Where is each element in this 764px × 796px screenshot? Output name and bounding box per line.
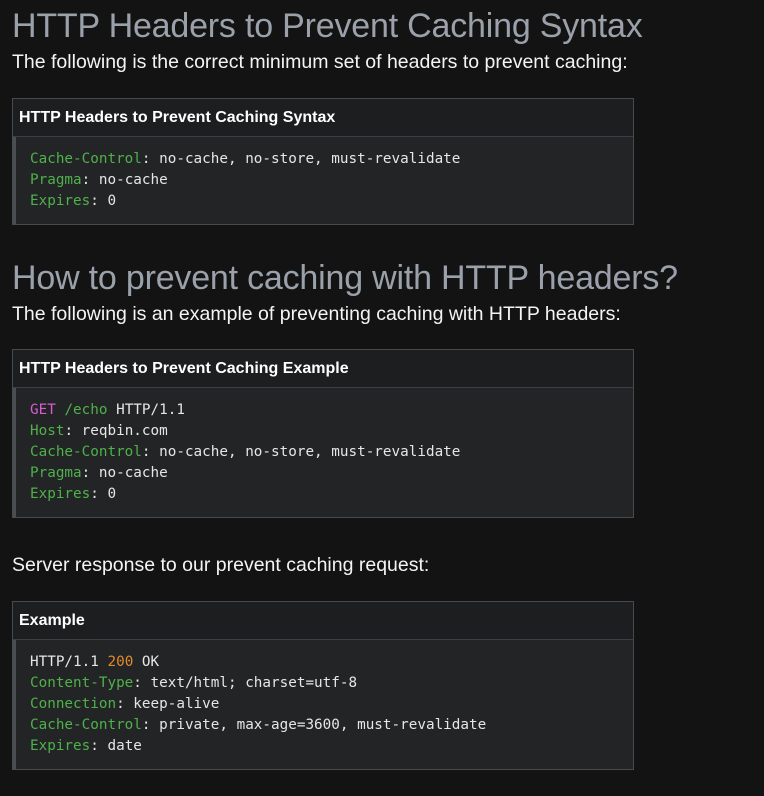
- code-line: Expires: date: [30, 738, 142, 754]
- code-line: Content-Type: text/html; charset=utf-8: [30, 675, 358, 691]
- code-box-title: HTTP Headers to Prevent Caching Example: [13, 350, 633, 388]
- code-box-title: Example: [13, 602, 633, 640]
- code-line: Host: reqbin.com: [30, 423, 168, 439]
- request-path: /echo: [64, 402, 108, 418]
- section-heading-example: How to prevent caching with HTTP headers…: [12, 259, 678, 297]
- code-line: Pragma: no-cache: [30, 465, 168, 481]
- header-key: Cache-Control: [30, 151, 142, 167]
- http-protocol: HTTP/1.1: [116, 402, 185, 418]
- header-value: 0: [107, 193, 117, 209]
- request-line: GET /echo HTTP/1.1: [30, 400, 633, 421]
- header-value: reqbin.com: [81, 423, 168, 439]
- header-value: text/html; charset=utf-8: [150, 675, 358, 691]
- status-text: OK: [141, 654, 160, 670]
- code-block[interactable]: GET /echo HTTP/1.1 Host: reqbin.com Cache-…: [13, 388, 633, 517]
- code-line: Pragma: no-cache: [30, 172, 168, 188]
- header-value: no-cache: [98, 172, 168, 188]
- status-line: HTTP/1.1 200 OK: [30, 652, 633, 673]
- header-value: private, max-age=3600, must-revalidate: [159, 717, 487, 733]
- header-key: Expires: [30, 486, 91, 502]
- example-intro-text: The following is an example of preventin…: [12, 303, 621, 325]
- code-line: Expires: 0: [30, 486, 117, 502]
- section-heading-syntax: HTTP Headers to Prevent Caching Syntax: [12, 7, 643, 45]
- syntax-intro-text: The following is the correct minimum set…: [12, 51, 628, 73]
- header-key: Content-Type: [30, 675, 134, 691]
- header-value: keep-alive: [133, 696, 220, 712]
- header-key: Cache-Control: [30, 717, 142, 733]
- code-block[interactable]: HTTP/1.1 200 OK Content-Type: text/html; …: [13, 640, 633, 769]
- code-line: Connection: keep-alive: [30, 696, 220, 712]
- header-key: Host: [30, 423, 65, 439]
- article-content: HTTP Headers to Prevent Caching Syntax T…: [12, 0, 752, 770]
- header-value: no-cache: [98, 465, 168, 481]
- code-line: Cache-Control: private, max-age=3600, mu…: [30, 717, 487, 733]
- code-block[interactable]: Cache-Control: no-cache, no-store, must-…: [13, 137, 633, 224]
- code-box-request-example: HTTP Headers to Prevent Caching Example …: [12, 349, 634, 518]
- http-protocol: HTTP/1.1: [30, 654, 99, 670]
- header-key: Expires: [30, 738, 91, 754]
- response-intro-text: Server response to our prevent caching r…: [12, 554, 430, 576]
- http-method: GET: [30, 402, 56, 418]
- header-value: date: [107, 738, 142, 754]
- header-key: Pragma: [30, 172, 82, 188]
- code-line: Cache-Control: no-cache, no-store, must-…: [30, 151, 461, 167]
- code-line: Cache-Control: no-cache, no-store, must-…: [30, 444, 461, 460]
- code-box-response-example: Example HTTP/1.1 200 OK Content-Type: tex…: [12, 601, 634, 770]
- code-box-title: HTTP Headers to Prevent Caching Syntax: [13, 99, 633, 137]
- header-key: Cache-Control: [30, 444, 142, 460]
- header-key: Connection: [30, 696, 117, 712]
- header-key: Pragma: [30, 465, 82, 481]
- status-code: 200: [107, 654, 134, 670]
- code-box-syntax: HTTP Headers to Prevent Caching Syntax C…: [12, 98, 634, 225]
- header-key: Expires: [30, 193, 91, 209]
- header-value: no-cache, no-store, must-revalidate: [159, 444, 461, 460]
- header-value: no-cache, no-store, must-revalidate: [159, 151, 461, 167]
- code-line: Expires: 0: [30, 193, 117, 209]
- header-value: 0: [107, 486, 117, 502]
